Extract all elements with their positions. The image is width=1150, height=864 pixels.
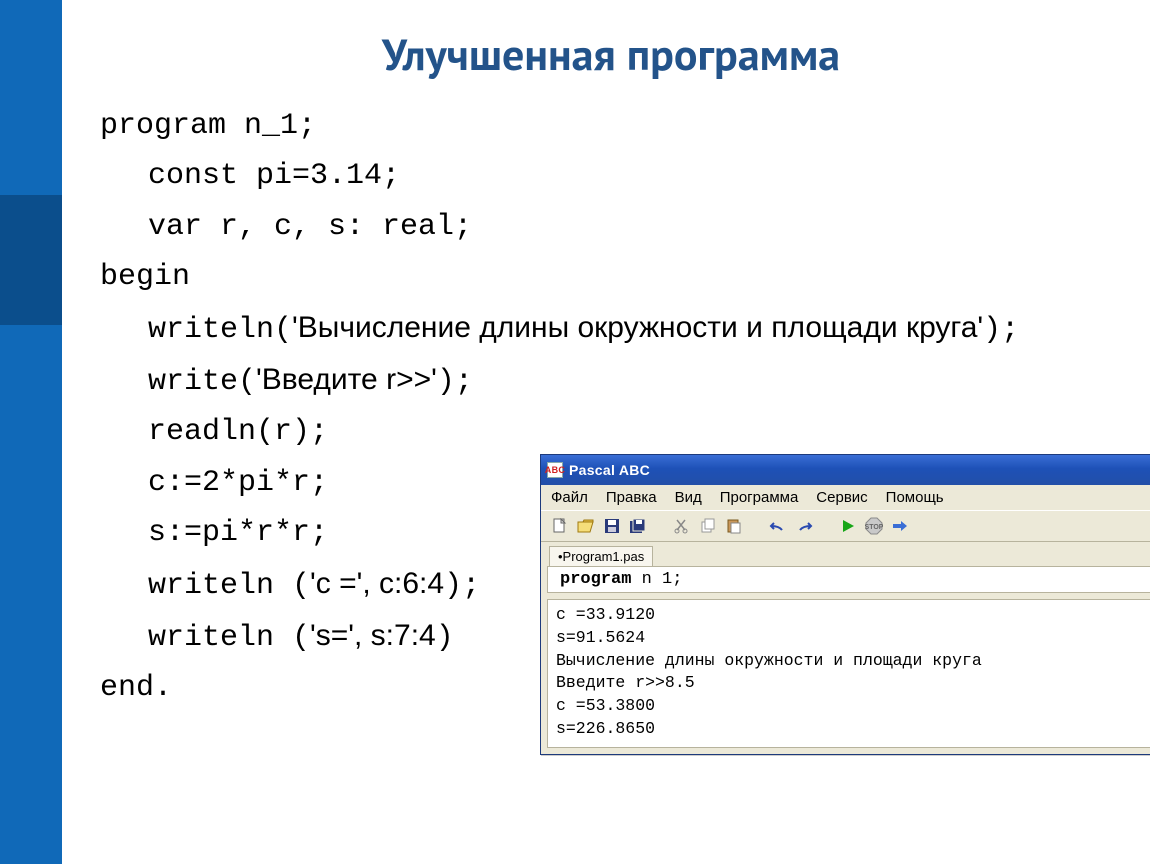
output-line: s=226.8650 bbox=[556, 718, 1150, 741]
code-text: ); bbox=[983, 313, 1019, 347]
new-file-icon[interactable] bbox=[549, 515, 571, 537]
open-file-icon[interactable] bbox=[575, 515, 597, 537]
code-text: ) bbox=[436, 621, 454, 655]
cut-icon[interactable] bbox=[671, 515, 693, 537]
output-line: s=91.5624 bbox=[556, 627, 1150, 650]
code-text: s:=pi*r*r; bbox=[100, 508, 328, 558]
pascal-window: ABC Pascal ABC Файл Правка Вид Программа… bbox=[540, 454, 1150, 755]
output-line: c =53.3800 bbox=[556, 695, 1150, 718]
code-text: write( bbox=[148, 365, 256, 399]
run-icon[interactable] bbox=[837, 515, 859, 537]
save-icon[interactable] bbox=[601, 515, 623, 537]
code-kw-end: end. bbox=[100, 671, 172, 705]
code-kw-var: var bbox=[148, 210, 202, 244]
editor-text: n 1; bbox=[631, 570, 682, 589]
menu-view[interactable]: Вид bbox=[675, 489, 702, 506]
step-icon[interactable] bbox=[889, 515, 911, 537]
paste-icon[interactable] bbox=[723, 515, 745, 537]
code-text: writeln ( bbox=[148, 569, 310, 603]
code-kw-const: const bbox=[148, 159, 238, 193]
menu-file[interactable]: Файл bbox=[551, 489, 588, 506]
titlebar[interactable]: ABC Pascal ABC bbox=[541, 455, 1150, 485]
svg-text:STOP: STOP bbox=[865, 524, 883, 531]
output-line: Введите r>>8.5 bbox=[556, 672, 1150, 695]
code-kw-program: program bbox=[100, 109, 226, 143]
redo-icon[interactable] bbox=[793, 515, 815, 537]
code-string: 'Введите r>>' bbox=[256, 363, 437, 396]
code-text: writeln ( bbox=[148, 621, 310, 655]
code-text: r, c, s: real; bbox=[202, 210, 472, 244]
menu-help[interactable]: Помощь bbox=[886, 489, 944, 506]
undo-icon[interactable] bbox=[767, 515, 789, 537]
code-string: 'c =', c:6:4 bbox=[310, 567, 444, 600]
menu-service[interactable]: Сервис bbox=[816, 489, 867, 506]
slide-title: Улучшенная программа bbox=[100, 26, 1122, 83]
code-text: ); bbox=[444, 569, 480, 603]
menu-program[interactable]: Программа bbox=[720, 489, 799, 506]
menu-edit[interactable]: Правка bbox=[606, 489, 657, 506]
menu-bar: Файл Правка Вид Программа Сервис Помощь bbox=[541, 485, 1150, 510]
copy-icon[interactable] bbox=[697, 515, 719, 537]
code-string: 's=', s:7:4 bbox=[310, 619, 436, 652]
code-string: 'Вычисление длины окружности и площади к… bbox=[292, 311, 983, 344]
code-text: c:=2*pi*r; bbox=[100, 458, 328, 508]
side-accent bbox=[0, 0, 62, 864]
code-text: pi=3.14; bbox=[238, 159, 400, 193]
code-editor[interactable]: program n 1; bbox=[547, 566, 1150, 593]
toolbar: STOP bbox=[541, 510, 1150, 542]
slide-content: Улучшенная программа program n_1; const … bbox=[62, 0, 1150, 864]
stop-icon[interactable]: STOP bbox=[863, 515, 885, 537]
output-panel: c =33.9120 s=91.5624 Вычисление длины ок… bbox=[547, 599, 1150, 748]
save-all-icon[interactable] bbox=[627, 515, 649, 537]
window-title: Pascal ABC bbox=[569, 462, 650, 478]
code-text: n_1; bbox=[226, 109, 316, 143]
app-icon: ABC bbox=[547, 462, 563, 478]
editor-tabs: •Program1.pas bbox=[541, 542, 1150, 566]
code-text: writeln( bbox=[148, 313, 292, 347]
code-text: readln(r); bbox=[100, 407, 328, 457]
code-text: ); bbox=[437, 365, 473, 399]
code-kw-begin: begin bbox=[100, 260, 190, 294]
output-line: Вычисление длины окружности и площади кр… bbox=[556, 650, 1150, 673]
editor-tab[interactable]: •Program1.pas bbox=[549, 546, 653, 566]
output-line: c =33.9120 bbox=[556, 604, 1150, 627]
editor-kw: program bbox=[560, 570, 631, 589]
